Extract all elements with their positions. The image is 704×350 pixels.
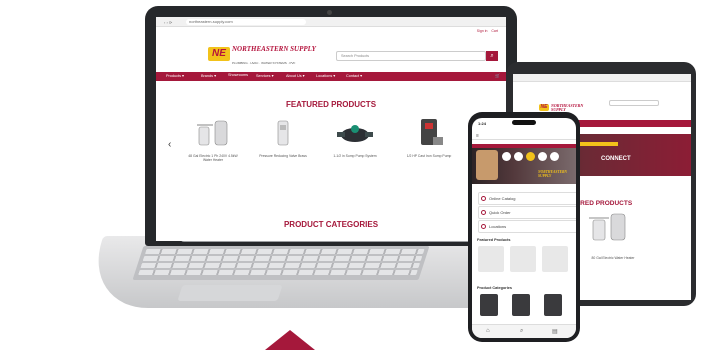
featured-heading: FEATURED PRODUCTS [285, 100, 377, 109]
phone-product-1[interactable] [478, 246, 504, 272]
phone-appbar: ≡ [472, 132, 576, 140]
catalog-icon [481, 196, 486, 201]
product-caption[interactable]: 48 Gal Electric 1 Ph 240V 4.5kW Water He… [184, 154, 242, 162]
menu-item-quick-order[interactable]: Quick Order [478, 206, 576, 219]
product-card[interactable]: 1-1/2 in Sump Pump System [324, 117, 386, 177]
nav-products[interactable]: Products ▾ [166, 73, 184, 78]
nav-brands[interactable]: Brands ▾ [201, 73, 216, 78]
tablet-product-caption[interactable]: 80 Gal Electric Water Heater [583, 256, 643, 260]
quick-order-icon [481, 210, 486, 215]
phone-product-2[interactable] [510, 246, 536, 272]
phone-product-3[interactable] [542, 246, 568, 272]
product-card[interactable]: Pressure Reducing Valve Brass [254, 117, 312, 177]
sump-pump-icon [421, 119, 443, 145]
tablet-logo-badge[interactable]: NE [539, 104, 549, 111]
nav-contact[interactable]: Contact ▾ [346, 73, 362, 78]
logo-text[interactable]: NORTHEASTERN SUPPLY [232, 46, 322, 53]
phone-hero[interactable]: NORTHEASTERN SUPPLY [472, 144, 576, 184]
nav-services[interactable]: Services ▾ [256, 73, 274, 78]
nav-showrooms[interactable]: Showrooms [228, 73, 248, 77]
tablet-logo-text[interactable]: NORTHEASTERN SUPPLY [551, 104, 591, 112]
hero-icon-5 [550, 152, 559, 161]
hero-worker-image [476, 150, 498, 180]
menu-item-locations[interactable]: Locations [478, 220, 576, 233]
logo-tagline: PLUMBING · HVAC · WATER SYSTEMS · PVF [232, 61, 296, 65]
laptop-keyboard [132, 246, 430, 280]
tablet-browser-chrome [513, 74, 691, 82]
hero-icon-3 [526, 152, 535, 161]
location-icon [481, 224, 486, 229]
hero-icon-4 [538, 152, 547, 161]
menu-label: Online Catalog [489, 196, 516, 201]
menu-icon[interactable]: ≡ [476, 133, 479, 139]
water-heater-icon [197, 120, 228, 146]
product-caption[interactable]: 1-1/2 in Sump Pump System [324, 154, 386, 158]
phone-time: 1:24 [478, 121, 487, 126]
nav-locations[interactable]: Locations ▾ [316, 73, 335, 78]
carousel-prev-icon[interactable]: ‹ [168, 139, 171, 150]
product-caption[interactable]: 1/2 HP Cast Iron Sump Pump [398, 154, 460, 158]
product-caption[interactable]: Pressure Reducing Valve Brass [254, 154, 312, 158]
phone-category-2[interactable] [512, 294, 530, 316]
signin-link[interactable]: Sign in [477, 29, 488, 33]
phone-featured-label: Featured Products [477, 238, 511, 242]
address-bar[interactable]: northeastern-supply.com [186, 19, 306, 25]
main-navbar: Products ▾ Brands ▾ Showrooms Services ▾… [156, 72, 506, 81]
tablet-search-input[interactable] [609, 100, 659, 106]
cart-nav-icon[interactable]: ▤ [552, 328, 558, 335]
phone-screen: 1:24 ≡ NORTHEASTERN SUPPLY Online Catalo… [472, 118, 576, 338]
search-nav-icon[interactable]: ⌕ [520, 328, 523, 335]
phone-bottom-bar: ⌂ ⌕ ▤ [472, 324, 576, 338]
phone-notch [512, 120, 536, 125]
nav-about[interactable]: About Us ▾ [286, 73, 305, 78]
pump-icon [337, 125, 373, 142]
search-input[interactable]: Search Products [336, 51, 486, 61]
tablet-water-heater-icon [589, 213, 626, 241]
cart-link[interactable]: Cart [491, 29, 498, 33]
nav-arrows-icon[interactable]: ‹ › ⟳ [164, 20, 172, 25]
laptop-camera [327, 10, 332, 15]
logo-badge[interactable]: NE [208, 47, 230, 61]
product-card[interactable]: 48 Gal Electric 1 Ph 240V 4.5kW Water He… [184, 117, 242, 177]
banner-text: CONNECT [601, 156, 631, 162]
hero-stripe [472, 144, 576, 148]
home-icon[interactable]: ⌂ [486, 328, 490, 334]
top-links[interactable]: Sign in Cart [477, 29, 498, 33]
browser-chrome: northeastern-supply.com ‹ › ⟳ [156, 17, 506, 27]
menu-label: Locations [489, 224, 507, 229]
phone-categories-label: Product Categories [477, 286, 513, 290]
menu-label: Quick Order [489, 210, 511, 215]
valve-icon [277, 120, 289, 146]
cart-icon[interactable]: 🛒 [495, 73, 500, 78]
categories-heading: PRODUCT CATEGORIES [283, 220, 379, 229]
laptop-screen: northeastern-supply.com ‹ › ⟳ Sign in Ca… [156, 17, 506, 241]
search-icon[interactable]: ⌕ [486, 51, 498, 61]
phone-category-3[interactable] [544, 294, 562, 316]
menu-item-catalog[interactable]: Online Catalog [478, 192, 576, 205]
hero-icon-2 [514, 152, 523, 161]
hero-icon-1 [502, 152, 511, 161]
phone-category-1[interactable] [480, 294, 498, 316]
product-card[interactable]: 1/2 HP Cast Iron Sump Pump [398, 117, 460, 177]
brand-triangle-decoration [265, 330, 315, 350]
hero-logo-text: NORTHEASTERN SUPPLY [538, 170, 567, 178]
laptop-touchpad [177, 285, 283, 301]
